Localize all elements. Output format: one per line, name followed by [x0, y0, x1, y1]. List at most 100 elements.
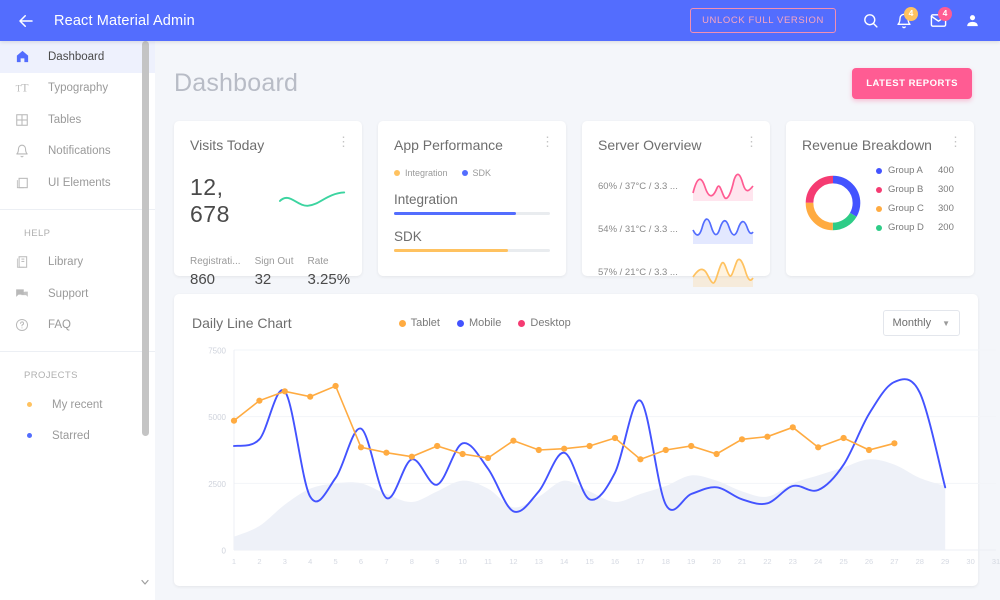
server-stats-text: 57% / 21°C / 3.3 ... [598, 266, 678, 278]
page-header: Dashboard LATEST REPORTS [155, 41, 1000, 99]
svg-text:16: 16 [611, 557, 619, 566]
sidebar-item-label: Support [48, 287, 89, 300]
legend-value: 200 [938, 222, 954, 233]
notifications-badge: 4 [904, 6, 918, 21]
svg-text:26: 26 [865, 557, 873, 566]
card-menu-button[interactable]: ⋮ [541, 135, 554, 149]
card-menu-button[interactable]: ⋮ [949, 135, 962, 149]
bar-label: Integration [394, 192, 458, 207]
svg-text:19: 19 [687, 557, 695, 566]
sidebar-item-label: Dashboard [48, 50, 105, 63]
sidebar: Dashboard T T Typography Tables Notifica… [0, 41, 155, 600]
visits-stats-row: Registrati... 860 Sign Out 32 Rate 3.25% [190, 256, 350, 288]
search-button[interactable] [854, 5, 886, 37]
unlock-full-version-button[interactable]: UNLOCK FULL VERSION [690, 8, 836, 33]
period-select[interactable]: Monthly ▼ [882, 310, 960, 336]
svg-text:6: 6 [359, 557, 363, 566]
sidebar-item-tables[interactable]: Tables [0, 104, 155, 136]
sidebar-item-faq[interactable]: FAQ [0, 310, 155, 342]
notifications-button[interactable]: 4 [888, 5, 920, 37]
svg-text:31: 31 [992, 557, 1000, 566]
card-menu-button[interactable]: ⋮ [337, 135, 350, 149]
server-sparkline-3 [692, 258, 754, 287]
chart-title: Daily Line Chart [192, 315, 292, 331]
svg-text:14: 14 [560, 557, 568, 566]
svg-text:15: 15 [585, 557, 593, 566]
svg-text:20: 20 [712, 557, 720, 566]
legend-label: SDK [472, 168, 492, 178]
stat-label: Rate [307, 256, 329, 267]
chevron-down-icon [141, 579, 149, 585]
sidebar-item-library[interactable]: Library [0, 247, 155, 279]
progress-fill [394, 212, 516, 215]
project-dot-icon [27, 402, 32, 407]
performance-legend: Integration SDK [394, 168, 550, 178]
svg-text:7: 7 [384, 557, 388, 566]
server-sparkline-1 [692, 173, 754, 201]
sidebar-section-projects: PROJECTS [24, 370, 78, 381]
app-header: React Material Admin UNLOCK FULL VERSION… [0, 0, 1000, 41]
account-button[interactable] [956, 5, 988, 37]
legend-label: Mobile [468, 317, 502, 329]
revenue-legend: Group A 400 Group B 300 Group C 300 Grou… [876, 165, 954, 241]
sidebar-scroll-down-button[interactable] [139, 576, 151, 592]
stat-registrations: Registrati... 860 [190, 256, 241, 288]
sidebar-item-support[interactable]: Support [0, 278, 155, 310]
svg-text:2: 2 [257, 557, 261, 566]
app-title: React Material Admin [54, 12, 195, 29]
legend-dot-icon [394, 170, 400, 176]
svg-text:12: 12 [509, 557, 517, 566]
svg-text:T: T [21, 81, 29, 95]
legend-dot-icon [398, 319, 406, 327]
mail-badge: 4 [938, 6, 952, 21]
svg-text:27: 27 [890, 557, 898, 566]
performance-bar-sdk: SDK [394, 229, 550, 252]
svg-text:17: 17 [636, 557, 644, 566]
back-button[interactable] [6, 0, 46, 41]
mail-button[interactable]: 4 [922, 5, 954, 37]
svg-text:4: 4 [308, 557, 312, 566]
legend-item-tablet[interactable]: Tablet [398, 317, 440, 329]
sidebar-item-label: Notifications [48, 145, 111, 158]
main-content: Dashboard LATEST REPORTS Visits Today ⋮ … [155, 41, 1000, 600]
legend-value: 400 [938, 165, 954, 176]
card-menu-button[interactable]: ⋮ [745, 135, 758, 149]
legend-label: Desktop [530, 317, 571, 329]
svg-text:9: 9 [435, 557, 439, 566]
legend-label: Group D [888, 222, 924, 233]
svg-text:21: 21 [738, 557, 746, 566]
legend-item-mobile[interactable]: Mobile [456, 317, 502, 329]
svg-text:13: 13 [535, 557, 543, 566]
sidebar-section-help: HELP [24, 227, 51, 239]
revenue-legend-item: Group D 200 [876, 222, 954, 233]
revenue-body: Group A 400 Group B 300 Group C 300 Grou… [802, 165, 958, 241]
svg-text:23: 23 [789, 557, 797, 566]
svg-text:5: 5 [334, 557, 338, 566]
legend-label: Group B [888, 184, 924, 195]
sidebar-item-ui-elements[interactable]: UI Elements [0, 167, 155, 199]
bar-label: SDK [394, 229, 422, 244]
legend-dot-icon [518, 319, 526, 327]
visits-sparkline [278, 191, 346, 207]
sidebar-item-label: Typography [48, 82, 109, 95]
svg-text:3: 3 [283, 557, 287, 566]
visits-today-card: Visits Today ⋮ 12, 678 Registrati... 860… [174, 121, 362, 288]
sidebar-project-starred[interactable]: Starred [0, 420, 155, 451]
sidebar-scrollbar-thumb[interactable] [142, 41, 149, 436]
daily-line-chart-plot: 02500500075001 2 3 4 5 6 7 8 9 10 11 12 13 14 15 16 17 18… [208, 347, 1000, 567]
bell-icon [15, 144, 41, 158]
sidebar-item-typography[interactable]: T T Typography [0, 73, 155, 105]
sidebar-scrollbar[interactable] [142, 41, 149, 600]
sidebar-item-notifications[interactable]: Notifications [0, 136, 155, 168]
sidebar-project-my-recent[interactable]: My recent [0, 389, 155, 420]
svg-text:8: 8 [410, 557, 414, 566]
legend-item-desktop[interactable]: Desktop [518, 317, 571, 329]
stat-label: Sign Out [254, 256, 294, 267]
card-title: Revenue Breakdown [802, 137, 932, 153]
svg-text:22: 22 [763, 557, 771, 566]
sidebar-item-dashboard[interactable]: Dashboard [0, 41, 155, 73]
svg-text:24: 24 [814, 557, 822, 566]
chart-header: Daily Line Chart Tablet Mobile Desktop M… [192, 310, 960, 336]
latest-reports-button[interactable]: LATEST REPORTS [852, 68, 972, 99]
card-title: Server Overview [598, 137, 702, 153]
